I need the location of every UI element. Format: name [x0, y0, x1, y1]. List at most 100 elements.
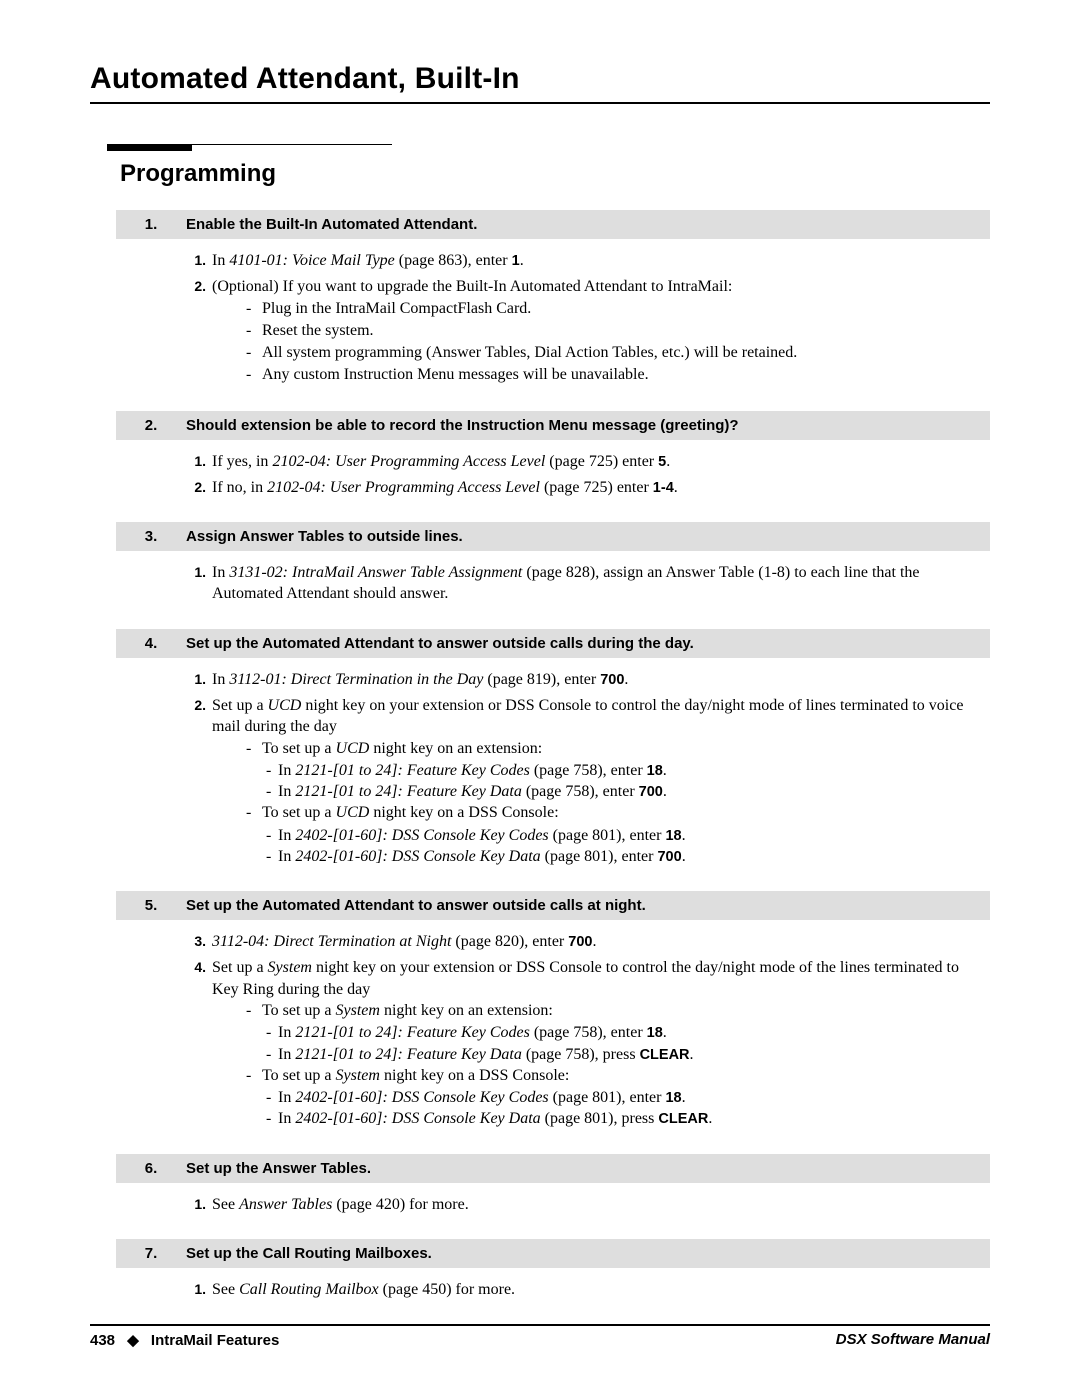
list-item-number: 2.: [186, 477, 212, 498]
step-header: 6.Set up the Answer Tables.: [116, 1154, 990, 1183]
step-number: 6.: [116, 1154, 186, 1183]
list-item-number: 1.: [186, 1279, 212, 1300]
dash-item-text: In 2402-[01-60]: DSS Console Key Codes (…: [278, 825, 980, 846]
step-body: 1.See Call Routing Mailbox (page 450) fo…: [116, 1268, 990, 1300]
dash-item-text: To set up a System night key on an exten…: [262, 1000, 980, 1021]
italic-text: Answer Tables: [239, 1196, 332, 1213]
step-label: Set up the Automated Attendant to answer…: [186, 891, 990, 920]
sub-list: To set up a UCD night key on an extensio…: [212, 738, 980, 868]
footer-left: 438 ◆ IntraMail Features: [90, 1331, 279, 1349]
italic-text: System: [336, 1067, 380, 1084]
bold-text: 700: [600, 672, 624, 688]
list-item-text: In 3131-02: IntraMail Answer Table Assig…: [212, 562, 980, 605]
list-item-number: 2.: [186, 276, 212, 386]
ordered-list: 1.If yes, in 2102-04: User Programming A…: [186, 451, 980, 499]
step-number: 4.: [116, 629, 186, 658]
footer-section-name: IntraMail Features: [151, 1332, 279, 1349]
page-title: Automated Attendant, Built-In: [90, 62, 990, 96]
step-body: 1.If yes, in 2102-04: User Programming A…: [116, 440, 990, 499]
step-number: 7.: [116, 1239, 186, 1268]
italic-text: 2121-[01 to 24]: Feature Key Codes: [295, 1024, 529, 1041]
list-item-text: See Answer Tables (page 420) for more.: [212, 1194, 980, 1215]
italic-text: System: [268, 959, 312, 976]
list-item: 1.In 3131-02: IntraMail Answer Table Ass…: [186, 562, 980, 605]
bold-text: 700: [639, 784, 663, 800]
section-title: Programming: [120, 160, 990, 188]
step: 4.Set up the Automated Attendant to answ…: [116, 629, 990, 867]
dash-item: In 2402-[01-60]: DSS Console Key Data (p…: [266, 1108, 980, 1129]
step: 2.Should extension be able to record the…: [116, 411, 990, 499]
ordered-list: 1.In 4101-01: Voice Mail Type (page 863)…: [186, 250, 980, 387]
dash-item-text: In 2402-[01-60]: DSS Console Key Codes (…: [278, 1087, 980, 1108]
italic-text: UCD: [336, 740, 370, 757]
manual-page: Automated Attendant, Built-In Programmin…: [0, 0, 1080, 1397]
step-body: 3.3112-04: Direct Termination at Night (…: [116, 920, 990, 1129]
dash-item: To set up a System night key on an exten…: [246, 1000, 980, 1021]
step-label: Assign Answer Tables to outside lines.: [186, 522, 990, 551]
bold-text: 5: [658, 454, 666, 470]
dash-item: Reset the system.: [246, 320, 980, 341]
step: 6.Set up the Answer Tables. 1.See Answer …: [116, 1154, 990, 1215]
dash-item: In 2121-[01 to 24]: Feature Key Data (pa…: [266, 781, 980, 802]
italic-text: 2102-04: User Programming Access Level: [267, 479, 540, 496]
list-item: 1.See Answer Tables (page 420) for more.: [186, 1194, 980, 1215]
sub-list: Plug in the IntraMail CompactFlash Card.…: [212, 298, 980, 386]
italic-text: 3112-01: Direct Termination in the Day: [229, 671, 483, 688]
italic-text: 2121-[01 to 24]: Feature Key Data: [295, 1046, 521, 1063]
list-item-number: 1.: [186, 250, 212, 271]
dash-item-text: In 2121-[01 to 24]: Feature Key Data (pa…: [278, 781, 980, 802]
dash-item: Any custom Instruction Menu messages wil…: [246, 364, 980, 385]
sub-list: To set up a System night key on an exten…: [212, 1000, 980, 1130]
step-number: 5.: [116, 891, 186, 920]
list-item-text: If yes, in 2102-04: User Programming Acc…: [212, 451, 980, 472]
italic-text: 2102-04: User Programming Access Level: [272, 453, 545, 470]
dash-item: In 2121-[01 to 24]: Feature Key Codes (p…: [266, 760, 980, 781]
bold-text: 18: [647, 763, 663, 779]
bold-text: 18: [665, 1090, 681, 1106]
dash-item: In 2402-[01-60]: DSS Console Key Data (p…: [266, 846, 980, 867]
bold-text: 700: [568, 934, 592, 950]
dash-item-text: Plug in the IntraMail CompactFlash Card.: [262, 298, 980, 319]
list-item: 1.In 4101-01: Voice Mail Type (page 863)…: [186, 250, 980, 271]
sub-sub-list: In 2121-[01 to 24]: Feature Key Codes (p…: [246, 1022, 980, 1065]
step: 5.Set up the Automated Attendant to answ…: [116, 891, 990, 1129]
dash-item-text: In 2121-[01 to 24]: Feature Key Data (pa…: [278, 1044, 980, 1065]
list-item-number: 1.: [186, 669, 212, 690]
title-divider: [90, 102, 990, 104]
page-footer: 438 ◆ IntraMail Features DSX Software Ma…: [90, 1324, 990, 1349]
step-label: Set up the Answer Tables.: [186, 1154, 990, 1183]
list-item: 1.In 3112-01: Direct Termination in the …: [186, 669, 980, 690]
sub-sub-list: In 2402-[01-60]: DSS Console Key Codes (…: [246, 1087, 980, 1130]
list-item-text: Set up a System night key on your extens…: [212, 957, 980, 1129]
list-item: 2.If no, in 2102-04: User Programming Ac…: [186, 477, 980, 498]
step-label: Set up the Automated Attendant to answer…: [186, 629, 990, 658]
footer-divider: [90, 1324, 990, 1326]
step-body: 1.In 4101-01: Voice Mail Type (page 863)…: [116, 239, 990, 387]
list-item-text: Set up a UCD night key on your extension…: [212, 695, 980, 867]
bold-text: CLEAR: [640, 1047, 690, 1063]
italic-text: 2402-[01-60]: DSS Console Key Codes: [295, 827, 548, 844]
step-body: 1.See Answer Tables (page 420) for more.: [116, 1183, 990, 1215]
dash-item: In 2402-[01-60]: DSS Console Key Codes (…: [266, 1087, 980, 1108]
italic-text: UCD: [268, 697, 302, 714]
italic-text: 4101-01: Voice Mail Type: [229, 252, 394, 269]
step-number: 1.: [116, 210, 186, 239]
list-item-text: (Optional) If you want to upgrade the Bu…: [212, 276, 980, 386]
bold-text: 1: [512, 253, 520, 269]
dash-item-text: In 2121-[01 to 24]: Feature Key Codes (p…: [278, 760, 980, 781]
dash-item-text: To set up a UCD night key on an extensio…: [262, 738, 980, 759]
ordered-list: 1.In 3112-01: Direct Termination in the …: [186, 669, 980, 867]
decoration-thick-bar: [107, 144, 192, 151]
list-item-text: In 3112-01: Direct Termination in the Da…: [212, 669, 980, 690]
dash-item: To set up a System night key on a DSS Co…: [246, 1065, 980, 1086]
list-item-number: 1.: [186, 1194, 212, 1215]
ordered-list: 3.3112-04: Direct Termination at Night (…: [186, 931, 980, 1129]
italic-text: UCD: [336, 804, 370, 821]
dash-item-text: To set up a System night key on a DSS Co…: [262, 1065, 980, 1086]
dash-item: In 2121-[01 to 24]: Feature Key Data (pa…: [266, 1044, 980, 1065]
dash-item-text: In 2121-[01 to 24]: Feature Key Codes (p…: [278, 1022, 980, 1043]
dash-item-text: To set up a UCD night key on a DSS Conso…: [262, 802, 980, 823]
list-item-number: 2.: [186, 695, 212, 867]
dash-item-text: Any custom Instruction Menu messages wil…: [262, 364, 980, 385]
footer-diamond-icon: ◆: [127, 1332, 139, 1349]
